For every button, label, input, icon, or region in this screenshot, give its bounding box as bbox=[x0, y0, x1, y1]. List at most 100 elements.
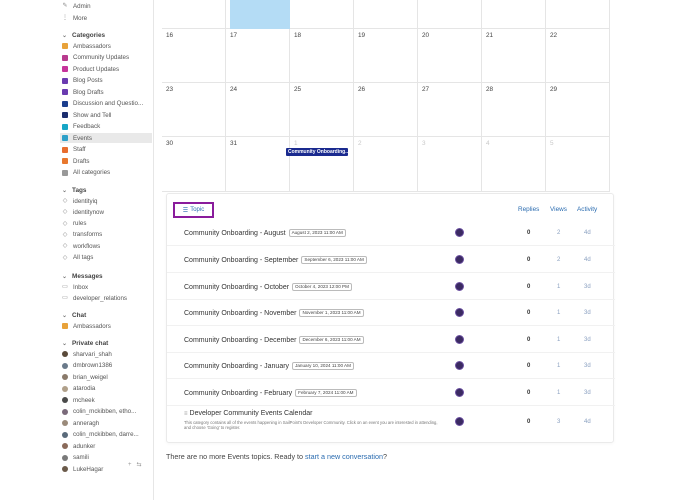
calendar-day-cell[interactable]: 16 bbox=[162, 29, 226, 83]
activity-time[interactable]: 3d bbox=[584, 390, 591, 396]
table-row[interactable]: Community Onboarding - December December … bbox=[167, 327, 615, 353]
calendar-day-cell[interactable]: 27 bbox=[418, 83, 482, 137]
sidebar-item-admin[interactable]: ✎ Admin bbox=[62, 1, 90, 11]
sidebar-item-private-chat[interactable]: adunker bbox=[62, 441, 95, 451]
topic-title[interactable]: Community Onboarding - February February … bbox=[184, 389, 357, 397]
topic-title[interactable]: Community Onboarding - December December … bbox=[184, 336, 364, 344]
calendar-day-cell[interactable] bbox=[162, 0, 226, 29]
sidebar-item-category[interactable]: Events bbox=[60, 133, 152, 143]
calendar-day-cell[interactable]: 29 bbox=[546, 83, 610, 137]
start-new-conversation-link[interactable]: start a new conversation bbox=[305, 452, 383, 461]
calendar-day-cell[interactable] bbox=[290, 0, 354, 29]
avatar[interactable] bbox=[455, 335, 464, 344]
sidebar-item-private-chat[interactable]: samili bbox=[62, 453, 89, 463]
topic-title[interactable]: Community Onboarding - January January 10… bbox=[184, 362, 354, 370]
activity-time[interactable]: 4d bbox=[584, 230, 591, 236]
sidebar-item-tag[interactable]: ◇ rules bbox=[62, 219, 87, 229]
table-row[interactable]: Community Onboarding - August August 2, 2… bbox=[167, 220, 615, 246]
table-row[interactable]: Community Onboarding - February February … bbox=[167, 380, 615, 406]
calendar-day-cell[interactable]: 28 bbox=[482, 83, 546, 137]
table-row[interactable]: Community Onboarding - January January 10… bbox=[167, 353, 615, 379]
calendar-day-cell[interactable] bbox=[546, 0, 610, 29]
sidebar-item-category[interactable]: Ambassadors bbox=[62, 41, 111, 51]
calendar-day-cell[interactable]: 25 bbox=[290, 83, 354, 137]
sidebar-item-inbox[interactable]: ▭ Inbox bbox=[62, 282, 88, 292]
sidebar-item-category[interactable]: Feedback bbox=[62, 122, 100, 132]
topic-title[interactable]: Community Onboarding - August August 2, 2… bbox=[184, 229, 346, 237]
activity-column-header[interactable]: Activity bbox=[577, 206, 597, 213]
topic-title[interactable]: Community Onboarding - September Septembe… bbox=[184, 256, 367, 264]
views-column-header[interactable]: Views bbox=[550, 206, 567, 213]
sidebar-item-tag[interactable]: ◇ All tags bbox=[62, 253, 94, 263]
categories-heading[interactable]: ⌄ Categories bbox=[62, 30, 105, 40]
calendar-day-cell[interactable]: 23 bbox=[162, 83, 226, 137]
private-chat-heading[interactable]: ⌄ Private chat bbox=[62, 338, 108, 348]
add-icon[interactable]: + bbox=[128, 462, 132, 468]
avatar[interactable] bbox=[455, 361, 464, 370]
calendar-day-cell[interactable]: 22 bbox=[546, 29, 610, 83]
sidebar-item-private-chat[interactable]: colin_mckibben, darre... bbox=[62, 430, 139, 440]
sidebar-item-category[interactable]: Blog Posts bbox=[62, 76, 103, 86]
sidebar-item-private-chat[interactable]: sharvari_shah bbox=[62, 349, 112, 359]
calendar-day-cell[interactable]: 1 bbox=[290, 137, 354, 192]
avatar[interactable] bbox=[455, 388, 464, 397]
calendar-day-cell[interactable] bbox=[418, 0, 482, 29]
sidebar-item-tag[interactable]: ◇ transforms bbox=[62, 230, 103, 240]
topic-title[interactable]: Community Onboarding - November November … bbox=[184, 309, 364, 317]
table-row[interactable]: Community Onboarding - October October 4,… bbox=[167, 274, 615, 300]
calendar-day-cell[interactable]: 18 bbox=[290, 29, 354, 83]
activity-time[interactable]: 3d bbox=[584, 284, 591, 290]
avatar[interactable] bbox=[455, 417, 464, 426]
calendar-day-cell[interactable]: 31 bbox=[226, 137, 290, 192]
calendar-day-cell[interactable]: 30 bbox=[162, 137, 226, 192]
table-row-pinned[interactable]: ≡ Developer Community Events Calendar This… bbox=[167, 406, 615, 442]
sidebar-item-category[interactable]: Staff bbox=[62, 145, 86, 155]
calendar-day-cell[interactable]: 17 bbox=[226, 29, 290, 83]
activity-time[interactable]: 3d bbox=[584, 310, 591, 316]
toggle-sidebar-icon[interactable]: ⇆ bbox=[137, 462, 142, 468]
table-row[interactable]: Community Onboarding - November November … bbox=[167, 300, 615, 326]
sidebar-item-private-chat[interactable]: LukeHagar bbox=[62, 464, 103, 474]
activity-time[interactable]: 3d bbox=[584, 363, 591, 369]
sidebar-item-private-chat[interactable]: atarodia bbox=[62, 384, 95, 394]
sidebar-item-private-chat[interactable]: brian_weigel bbox=[62, 372, 108, 382]
messages-heading[interactable]: ⌄ Messages bbox=[62, 271, 103, 281]
sidebar-item-more[interactable]: ⋮ More bbox=[62, 13, 87, 23]
activity-time[interactable]: 3d bbox=[584, 337, 591, 343]
calendar-day-cell[interactable]: 24 bbox=[226, 83, 290, 137]
sidebar-item-category[interactable]: Blog Drafts bbox=[62, 87, 104, 97]
sidebar-item-private-chat[interactable]: anneragh bbox=[62, 418, 99, 428]
table-row[interactable]: Community Onboarding - September Septembe… bbox=[167, 247, 615, 273]
sidebar-item-tag[interactable]: ◇ identitynow bbox=[62, 207, 104, 217]
calendar-day-cell[interactable]: 26 bbox=[354, 83, 418, 137]
tags-heading[interactable]: ⌄ Tags bbox=[62, 185, 86, 195]
activity-time[interactable]: 4d bbox=[584, 257, 591, 263]
topic-column-header[interactable]: ☰ Topic bbox=[173, 202, 214, 218]
sidebar-item-category[interactable]: All categories bbox=[62, 168, 110, 178]
calendar-day-cell[interactable] bbox=[354, 0, 418, 29]
sidebar-item-chat-ambassadors[interactable]: Ambassadors bbox=[62, 321, 111, 331]
avatar[interactable] bbox=[455, 255, 464, 264]
calendar-day-cell[interactable]: 20 bbox=[418, 29, 482, 83]
topic-title[interactable]: Community Onboarding - October October 4,… bbox=[184, 283, 352, 291]
calendar-day-cell[interactable]: 2 Community Onboarding... bbox=[286, 137, 418, 192]
sidebar-item-category[interactable]: Discussion and Questio... bbox=[62, 99, 143, 109]
avatar[interactable] bbox=[455, 228, 464, 237]
sidebar-item-private-chat[interactable]: dmbrown1386 bbox=[62, 361, 112, 371]
activity-time[interactable]: 4d bbox=[584, 419, 591, 425]
calendar-event[interactable]: Community Onboarding... bbox=[286, 148, 348, 156]
sidebar-item-tag[interactable]: ◇ workflows bbox=[62, 241, 100, 251]
sidebar-item-category[interactable]: Community Updates bbox=[62, 53, 129, 63]
calendar-day-cell[interactable]: 5 bbox=[546, 137, 610, 192]
chat-heading[interactable]: ⌄ Chat bbox=[62, 310, 86, 320]
sidebar-item-private-chat[interactable]: colin_mckibben, etho... bbox=[62, 407, 136, 417]
avatar[interactable] bbox=[455, 282, 464, 291]
topic-title[interactable]: ≡ Developer Community Events Calendar bbox=[184, 410, 312, 417]
avatar[interactable] bbox=[455, 308, 464, 317]
replies-column-header[interactable]: Replies bbox=[518, 206, 539, 213]
calendar-day-cell[interactable]: 4 bbox=[482, 137, 546, 192]
sidebar-item-tag[interactable]: ◇ identityiq bbox=[62, 196, 98, 206]
sidebar-item-developer-relations[interactable]: ▭ developer_relations bbox=[62, 293, 127, 303]
calendar-day-cell[interactable] bbox=[226, 0, 290, 29]
sidebar-item-category[interactable]: Show and Tell bbox=[62, 110, 111, 120]
